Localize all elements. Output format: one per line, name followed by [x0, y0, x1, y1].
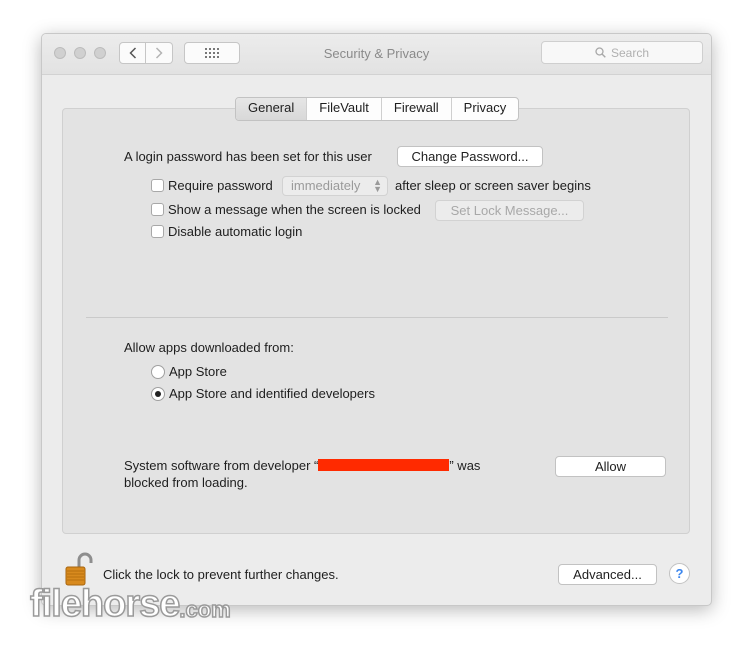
blocked-software-text-line2: blocked from loading.: [124, 475, 248, 490]
tab-privacy[interactable]: Privacy: [450, 98, 519, 120]
filehorse-watermark: filehorse .com: [29, 582, 232, 626]
watermark-main: filehorse: [29, 582, 181, 626]
tab-filevault[interactable]: FileVault: [306, 98, 381, 120]
radio-app-store-identified-label: App Store and identified developers: [169, 386, 375, 401]
after-sleep-text: after sleep or screen saver begins: [395, 178, 591, 193]
require-password-checkbox[interactable]: [151, 179, 164, 192]
security-privacy-window: Security & Privacy Search General FileVa…: [41, 33, 712, 606]
blocked-text-after: ” was: [449, 458, 481, 473]
password-delay-value: immediately: [291, 178, 361, 193]
disable-auto-login-checkbox[interactable]: [151, 225, 164, 238]
lock-hint-text: Click the lock to prevent further change…: [103, 567, 339, 582]
password-delay-select[interactable]: immediately ▲ ▼: [282, 176, 388, 196]
show-message-label: Show a message when the screen is locked: [168, 202, 421, 217]
redacted-developer-name: [318, 459, 450, 471]
allow-apps-heading: Allow apps downloaded from:: [124, 340, 294, 355]
advanced-button[interactable]: Advanced...: [558, 564, 657, 585]
blocked-software-text: System software from developer “ ” was: [124, 458, 480, 473]
search-placeholder: Search: [610, 45, 650, 60]
set-lock-message-button[interactable]: Set Lock Message...: [435, 200, 584, 221]
updown-arrows-icon: ▲ ▼: [373, 177, 382, 194]
blocked-text-before: System software from developer “: [124, 458, 319, 473]
tab-bar: General FileVault Firewall Privacy: [235, 97, 520, 121]
radio-app-store-label: App Store: [169, 364, 227, 379]
tab-firewall[interactable]: Firewall: [380, 98, 451, 120]
search-icon: [595, 47, 606, 58]
radio-app-store[interactable]: [151, 365, 165, 379]
change-password-button[interactable]: Change Password...: [397, 146, 543, 167]
allow-button[interactable]: Allow: [555, 456, 666, 477]
tab-general[interactable]: General: [236, 98, 307, 120]
radio-app-store-identified[interactable]: [151, 387, 165, 401]
search-field[interactable]: Search: [541, 41, 703, 64]
section-divider: [86, 317, 668, 318]
help-icon[interactable]: ?: [669, 563, 690, 584]
titlebar: Security & Privacy Search: [42, 34, 711, 75]
login-password-text: A login password has been set for this u…: [124, 149, 372, 164]
disable-auto-login-label: Disable automatic login: [168, 224, 303, 239]
show-message-checkbox[interactable]: [151, 203, 164, 216]
watermark-domain: .com: [179, 596, 232, 623]
require-password-label: Require password: [168, 178, 273, 193]
